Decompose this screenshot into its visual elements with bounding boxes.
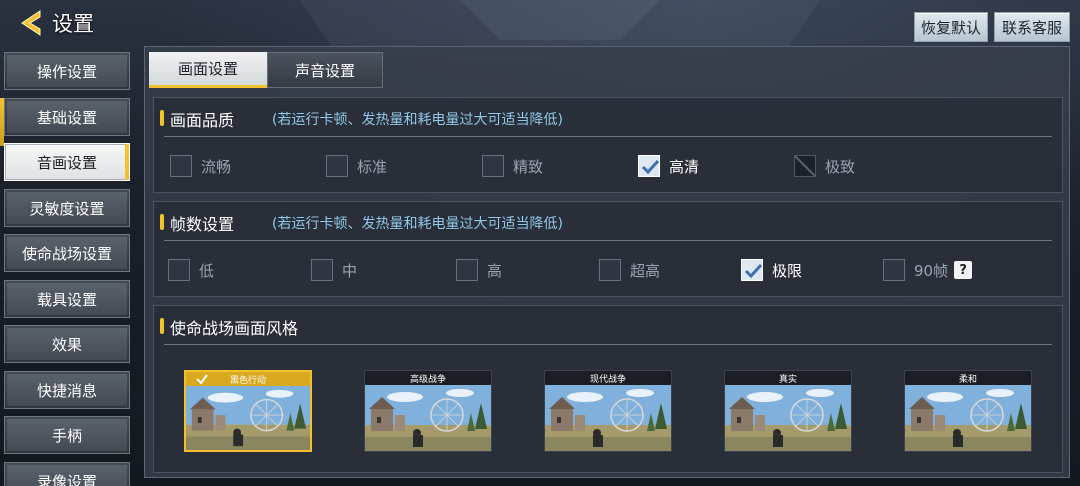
quality-title: 画面品质 [170,111,235,130]
checkbox[interactable] [456,259,478,281]
sidebar-item-basic[interactable]: 基础设置 [4,98,130,136]
option-label: 流畅 [201,157,232,176]
page-title: 设置 [52,12,94,36]
style-card-modern-warfare[interactable]: 现代战争 [544,370,672,452]
preview-thumbnail [186,386,310,450]
fps-option-high[interactable]: 高 [456,258,502,282]
option-label: 超高 [630,261,661,280]
option-label: 高 [487,261,503,280]
sidebar-item-quick-messages[interactable]: 快捷消息 [4,371,130,409]
preview-thumbnail [365,385,491,451]
tab-display-settings[interactable]: 画面设置 [149,52,267,88]
section-marker [160,214,164,230]
card-label: 柔和 [958,374,977,385]
option-label: 精致 [513,157,544,176]
style-card-black-ops[interactable]: 黑色行动 [184,370,312,452]
contact-support-button[interactable]: 联系客服 [994,12,1070,42]
card-label: 高级战争 [409,374,446,385]
checkmark-icon [196,374,208,385]
quality-note: (若运行卡顿、发热量和耗电量过大可适当降低) [272,112,563,128]
style-card-advanced-warfare[interactable]: 高级战争 [364,370,492,452]
settings-panel: 画面设置 声音设置 画面品质 (若运行卡顿、发热量和耗电量过大可适当降低) 流畅… [144,46,1070,478]
style-card-soft[interactable]: 柔和 [904,370,1032,452]
quality-option-ultra: 极致 [794,154,855,178]
section-marker [160,318,164,334]
preview-thumbnail [905,385,1031,451]
card-label: 真实 [778,374,797,385]
option-label: 标准 [357,157,388,176]
quality-option-standard[interactable]: 标准 [326,154,387,178]
option-label: 中 [342,261,358,280]
quality-option-smooth[interactable]: 流畅 [170,154,231,178]
divider [164,344,1052,345]
option-label: 90帧 [914,261,949,280]
sidebar-item-controller[interactable]: 手柄 [4,416,130,454]
restore-defaults-button[interactable]: 恢复默认 [914,12,988,42]
sidebar-item-audio-video[interactable]: 音画设置 [4,143,130,181]
divider [164,240,1052,241]
fps-option-medium[interactable]: 中 [311,258,357,282]
sidebar: 操作设置 基础设置 音画设置 灵敏度设置 使命战场设置 载具设置 效果 快捷消息… [0,52,140,486]
style-section: 使命战场画面风格 黑色行动 高级战争 现代战争 真实 柔和 [153,305,1063,473]
checkbox[interactable] [170,155,192,177]
fps-note: (若运行卡顿、发热量和耗电量过大可适当降低) [272,216,563,232]
card-label: 现代战争 [589,374,626,385]
card-header: 黑色行动 [186,372,310,386]
divider [164,136,1052,137]
checkmark-icon [641,159,660,175]
option-label: 极限 [772,261,803,280]
section-marker [160,110,164,126]
style-card-realistic[interactable]: 真实 [724,370,852,452]
help-icon[interactable]: ? [954,261,973,279]
back-arrow-icon[interactable] [18,8,48,38]
sidebar-item-sensitivity[interactable]: 灵敏度设置 [4,189,130,227]
fps-option-extreme[interactable]: 极限 [741,258,802,282]
checkbox[interactable] [311,259,333,281]
fps-option-super-high[interactable]: 超高 [599,258,660,282]
checkbox[interactable] [168,259,190,281]
fps-section: 帧数设置 (若运行卡顿、发热量和耗电量过大可适当降低) 低 中 高 超高 极限 [153,201,1063,297]
fps-option-low[interactable]: 低 [168,258,214,282]
preview-thumbnail [725,385,851,451]
quality-section: 画面品质 (若运行卡顿、发热量和耗电量过大可适当降低) 流畅 标准 精致 高清 [153,97,1063,193]
sidebar-item-controls[interactable]: 操作设置 [4,52,130,90]
card-header: 高级战争 [365,371,491,385]
option-label: 高清 [669,157,700,176]
checkbox[interactable] [883,259,905,281]
style-title: 使命战场画面风格 [170,319,299,338]
sidebar-item-vehicle[interactable]: 载具设置 [4,280,130,318]
card-header: 柔和 [905,371,1031,385]
checkbox-checked[interactable] [741,259,763,281]
tab-sound-settings[interactable]: 声音设置 [267,52,383,88]
quality-option-fine[interactable]: 精致 [482,154,543,178]
sidebar-item-battleground[interactable]: 使命战场设置 [4,234,130,272]
card-header: 现代战争 [545,371,671,385]
fps-title: 帧数设置 [170,215,235,234]
checkbox[interactable] [599,259,621,281]
sidebar-item-effects[interactable]: 效果 [4,325,130,363]
checkbox[interactable] [482,155,504,177]
checkbox-disabled [794,155,816,177]
card-label: 黑色行动 [229,375,266,386]
checkbox[interactable] [326,155,348,177]
sidebar-item-recording[interactable]: 录像设置 [4,462,130,486]
option-label: 极致 [825,157,856,176]
checkmark-icon [744,263,763,279]
card-header: 真实 [725,371,851,385]
preview-thumbnail [545,385,671,451]
quality-option-hd[interactable]: 高清 [638,154,699,178]
option-label: 低 [199,261,215,280]
disabled-slash-icon [795,156,815,176]
checkbox-checked[interactable] [638,155,660,177]
fps-option-90[interactable]: 90帧 ? [883,258,973,282]
